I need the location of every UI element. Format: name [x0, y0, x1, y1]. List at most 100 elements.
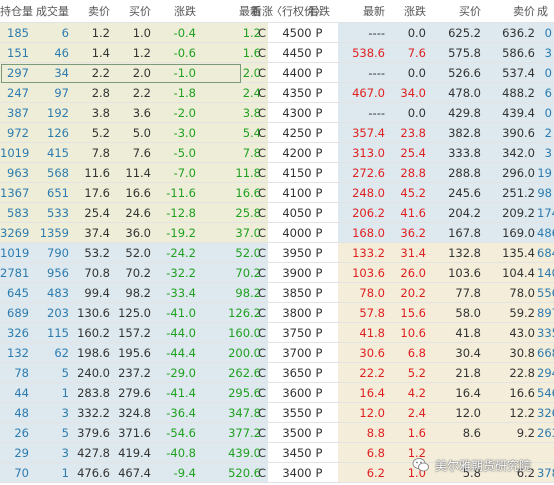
call-open-interest[interactable]: 1367 [0, 183, 31, 203]
put-bid[interactable]: 103.6 [428, 263, 483, 283]
call-ask[interactable]: 70.8 [71, 263, 112, 283]
put-ask[interactable]: 22.8 [483, 363, 537, 383]
put-volume[interactable]: 897 [537, 303, 554, 323]
call-volume[interactable]: 126 [31, 123, 71, 143]
option-row[interactable]: 78 5 240.0 237.2 -29.0 262.6 C 3650 P 22.2 5.2 21.8… [0, 363, 554, 383]
call-bid[interactable]: 324.8 [112, 403, 153, 423]
call-bid[interactable]: 3.6 [112, 103, 153, 123]
put-change[interactable]: 26.0 [387, 263, 428, 283]
option-row[interactable]: 185 6 1.2 1.0 -0.4 1.2 C 4500 P ---- 0.0 625.2 636.2… [0, 23, 554, 43]
put-bid[interactable]: 429.8 [428, 103, 483, 123]
call-bid[interactable]: 237.2 [112, 363, 153, 383]
call-open-interest[interactable]: 326 [0, 323, 31, 343]
call-flag[interactable]: C [250, 83, 274, 103]
put-volume[interactable]: 0 [537, 103, 554, 123]
put-bid[interactable]: 58.0 [428, 303, 483, 323]
put-volume[interactable]: 98 [537, 183, 554, 203]
call-ask[interactable]: 476.6 [71, 463, 112, 483]
call-volume[interactable]: 5 [31, 423, 71, 443]
call-volume[interactable]: 568 [31, 163, 71, 183]
put-flag[interactable]: P [306, 143, 332, 163]
put-volume[interactable]: 546 [537, 383, 554, 403]
call-open-interest[interactable]: 689 [0, 303, 31, 323]
put-bid[interactable]: 30.4 [428, 343, 483, 363]
put-change[interactable]: 7.6 [387, 43, 428, 63]
put-change[interactable]: 2.4 [387, 403, 428, 423]
call-open-interest[interactable]: 78 [0, 363, 31, 383]
call-ask[interactable]: 5.2 [71, 123, 112, 143]
column-header[interactable]: 卖价 [483, 2, 537, 22]
put-flag[interactable]: P [306, 83, 332, 103]
put-ask[interactable]: 78.0 [483, 283, 537, 303]
call-flag[interactable]: C [250, 283, 274, 303]
put-change[interactable]: 34.0 [387, 83, 428, 103]
call-volume[interactable]: 1 [31, 463, 71, 483]
call-open-interest[interactable]: 2781 [0, 263, 31, 283]
call-open-interest[interactable]: 70 [0, 463, 31, 483]
put-last[interactable]: ---- [338, 23, 387, 43]
call-change[interactable]: -41.4 [153, 383, 198, 403]
put-volume[interactable]: 378 [537, 463, 554, 483]
put-change[interactable]: 4.2 [387, 383, 428, 403]
put-change[interactable]: 0.0 [387, 23, 428, 43]
column-header[interactable]: 买价 [428, 2, 483, 22]
call-change[interactable]: -1.8 [153, 83, 198, 103]
put-flag[interactable]: P [306, 63, 332, 83]
call-flag[interactable]: C [250, 223, 274, 243]
put-flag[interactable]: P [306, 343, 332, 363]
call-bid[interactable]: 419.4 [112, 443, 153, 463]
put-flag[interactable]: P [306, 263, 332, 283]
option-row[interactable]: 26 5 379.6 371.6 -54.6 377.2 C 3500 P 8.8 1.6 8.6 9.… [0, 423, 554, 443]
put-volume[interactable]: 3 [537, 143, 554, 163]
put-ask[interactable]: 104.4 [483, 263, 537, 283]
call-flag[interactable]: C [250, 143, 274, 163]
call-flag[interactable]: C [250, 103, 274, 123]
call-ask[interactable]: 99.4 [71, 283, 112, 303]
call-volume[interactable]: 790 [31, 243, 71, 263]
put-last[interactable]: ---- [338, 103, 387, 123]
call-volume[interactable]: 192 [31, 103, 71, 123]
call-volume[interactable]: 46 [31, 43, 71, 63]
put-bid[interactable]: 382.8 [428, 123, 483, 143]
call-ask[interactable]: 37.4 [71, 223, 112, 243]
call-open-interest[interactable]: 151 [0, 43, 31, 63]
put-flag[interactable]: P [306, 463, 332, 483]
put-last[interactable]: 12.0 [338, 403, 387, 423]
call-flag[interactable]: C [250, 423, 274, 443]
call-volume[interactable]: 483 [31, 283, 71, 303]
put-ask[interactable]: 12.2 [483, 403, 537, 423]
call-ask[interactable]: 160.2 [71, 323, 112, 343]
put-change[interactable]: 20.2 [387, 283, 428, 303]
put-flag[interactable]: P [306, 383, 332, 403]
put-volume[interactable]: 174 [537, 203, 554, 223]
put-last[interactable]: 6.8 [338, 443, 387, 463]
call-volume[interactable]: 1359 [31, 223, 71, 243]
option-row[interactable]: 972 126 5.2 5.0 -3.0 5.4 C 4250 P 357.4 23.8 382.8 3… [0, 123, 554, 143]
call-ask[interactable]: 379.6 [71, 423, 112, 443]
put-volume[interactable]: 684 [537, 243, 554, 263]
put-last[interactable]: 6.2 [338, 463, 387, 483]
column-header[interactable]: 看跌 [306, 2, 332, 22]
call-change[interactable]: -0.6 [153, 43, 198, 63]
call-change[interactable]: -29.0 [153, 363, 198, 383]
put-flag[interactable]: P [306, 203, 332, 223]
call-bid[interactable]: 98.2 [112, 283, 153, 303]
option-row[interactable]: 132 62 198.6 195.6 -44.4 200.0 C 3700 P 30.6 6.8 30… [0, 343, 554, 363]
put-volume[interactable]: 556 [537, 283, 554, 303]
option-row[interactable]: 48 3 332.2 324.8 -36.4 347.8 C 3550 P 12.0 2.4 12.0… [0, 403, 554, 423]
put-volume[interactable]: 6 [537, 83, 554, 103]
call-flag[interactable]: C [250, 63, 274, 83]
put-ask[interactable]: 439.4 [483, 103, 537, 123]
call-open-interest[interactable]: 26 [0, 423, 31, 443]
call-change[interactable]: -2.0 [153, 103, 198, 123]
put-bid[interactable]: 77.8 [428, 283, 483, 303]
option-row[interactable]: 387 192 3.8 3.6 -2.0 3.8 C 4300 P ---- 0.0 429.8 439… [0, 103, 554, 123]
call-bid[interactable]: 1.0 [112, 23, 153, 43]
call-volume[interactable]: 3 [31, 443, 71, 463]
call-open-interest[interactable]: 387 [0, 103, 31, 123]
put-change[interactable]: 45.2 [387, 183, 428, 203]
call-flag[interactable]: C [250, 323, 274, 343]
call-volume[interactable]: 97 [31, 83, 71, 103]
call-bid[interactable]: 70.2 [112, 263, 153, 283]
put-bid[interactable]: 167.8 [428, 223, 483, 243]
